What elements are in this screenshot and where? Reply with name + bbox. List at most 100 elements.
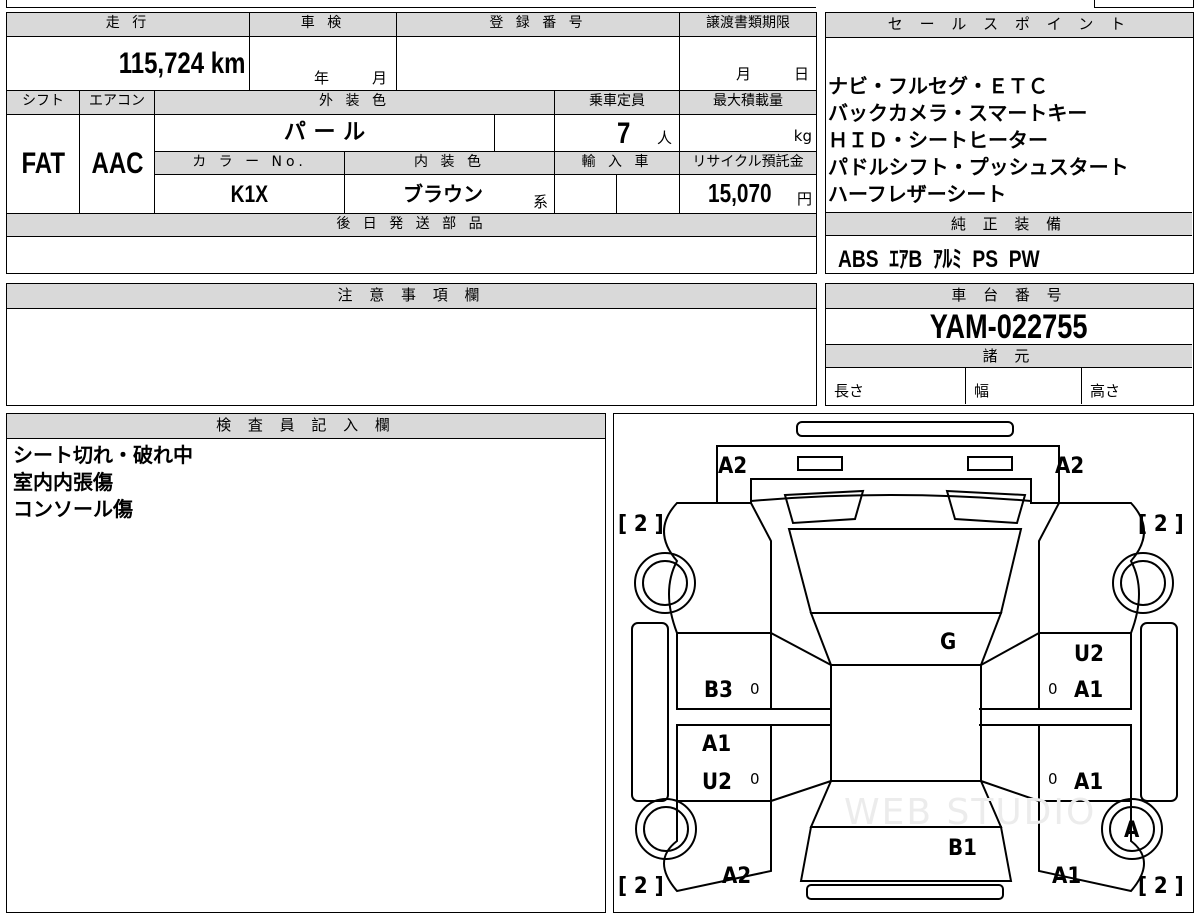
aircon-value-cell: AAC (80, 115, 155, 214)
color-no-value: K1X (230, 181, 269, 208)
sales-points-label: セ ー ル ス ポ イ ン ト (826, 13, 1193, 38)
roof-front (809, 612, 1003, 666)
grille (750, 478, 1032, 503)
spec-width-label: 幅 (974, 382, 990, 400)
inspection-label: 車 検 (250, 13, 397, 37)
mark-left-front-door: B3 (704, 678, 733, 703)
car-diagram-box: A2 A2 [ 2 ] [ 2 ] G B3 0 A1 U2 0 U2 0 A1… (613, 413, 1194, 913)
pillar-left-bottom (770, 780, 832, 802)
exterior-color-value: パ ー ル (283, 120, 366, 145)
specs-label: 諸 元 (826, 345, 1192, 368)
mark-rear-left: A2 (722, 864, 752, 889)
mark-right-rear-wheel: A (1124, 818, 1140, 843)
notes-box: 注 意 事 項 欄 (6, 283, 817, 406)
headlight-left (797, 456, 843, 471)
sales-point-item: ナビ・フルセグ・ＥＴＣ (828, 74, 1048, 98)
capacity-value: 7 (617, 117, 631, 150)
mark-zero: 0 (1048, 770, 1058, 788)
transfer-deadline-label: 譲渡書類期限 (680, 13, 816, 37)
mark-zero: 0 (750, 770, 760, 788)
mark-right-front-door-a: A1 (1074, 678, 1104, 703)
mark-zero: 0 (1048, 680, 1058, 698)
color-no-value-cell: K1X (155, 175, 345, 214)
shift-label: シフト (7, 91, 80, 115)
inspection-year: 年 (314, 69, 330, 87)
sales-points-box: セ ー ル ス ポ イ ン ト ナビ・フルセグ・ＥＴＣ バックカメラ・スマートキ… (825, 12, 1194, 274)
color-no-label: カ ラ ー No. (155, 152, 345, 175)
windshield (787, 528, 1023, 614)
cabin (830, 664, 982, 782)
mark-left-rear-door-u: U2 (702, 770, 732, 795)
inspector-box: 検 査 員 記 入 欄 シート切れ・破れ中 室内内張傷 コンソール傷 (6, 413, 606, 913)
shift-value: FAT (21, 147, 65, 180)
recycle-deposit-value-cell: 15,070 円 (680, 175, 816, 214)
watermark: WEB STUDIO (844, 792, 1097, 833)
interior-color-label: 内 装 色 (345, 152, 555, 175)
vehicle-info-table: 走 行 車 検 登 録 番 号 譲渡書類期限 115,724 km 年 月 月 … (6, 12, 817, 274)
sales-point-item: ＨＩＤ・シートヒーター (828, 128, 1048, 152)
chassis-box: 車 台 番 号 YAM-022755 諸 元 長さ 幅 高さ (825, 283, 1194, 406)
inspector-notes: シート切れ・破れ中 室内内張傷 コンソール傷 (13, 442, 193, 523)
mark-windshield: G (940, 630, 957, 655)
inspection-month: 月 (372, 69, 388, 87)
transfer-value-cell: 月 日 (680, 37, 816, 91)
sales-point-item: パドルシフト・プッシュスタート (828, 155, 1129, 179)
aircon-label: エアコン (80, 91, 155, 115)
chassis-value: YAM-022755 (930, 308, 1088, 346)
mark-bracket-top-right: [ 2 ] (1138, 512, 1184, 537)
notes-label: 注 意 事 項 欄 (7, 284, 816, 309)
mark-bracket-top-left: [ 2 ] (618, 512, 664, 537)
aircon-value: AAC (91, 147, 143, 180)
inspector-note: 室内内張傷 (13, 470, 113, 494)
mark-bracket-bottom-left: [ 2 ] (618, 874, 664, 899)
spec-height-label: 高さ (1090, 382, 1121, 400)
left-sill (631, 622, 669, 802)
capacity-label: 乗車定員 (555, 91, 680, 115)
top-strip (6, 0, 816, 8)
max-load-unit: kg (793, 127, 812, 145)
exterior-color-label: 外 装 色 (155, 91, 555, 115)
max-load-value-cell: kg (680, 115, 816, 152)
rear-left-wheel-inner (643, 806, 689, 852)
recycle-deposit-label: リサイクル預託金 (680, 152, 816, 175)
equipment-value-cell: ABS ｴｱB ｱﾙﾐ PS PW (838, 239, 1090, 274)
inspector-note: シート切れ・破れ中 (13, 443, 193, 467)
import-value-cell-b (617, 175, 680, 214)
spec-width-cell: 幅 (966, 368, 1082, 404)
exterior-color-extra-cell (495, 115, 555, 152)
capacity-value-cell: 7 人 (555, 115, 680, 152)
front-left-wheel-inner (642, 560, 688, 606)
interior-color-suffix: 系 (533, 193, 549, 211)
spec-length-label: 長さ (834, 382, 865, 400)
front-bumper (796, 421, 1014, 437)
sales-point-item: ハーフレザーシート (828, 182, 1007, 206)
transfer-month: 月 (736, 65, 752, 83)
import-label: 輸 入 車 (555, 152, 680, 175)
mark-right-front-door-u: U2 (1074, 642, 1104, 667)
inspection-value-cell: 年 月 (250, 37, 397, 91)
chassis-label: 車 台 番 号 (826, 284, 1193, 309)
inspector-label: 検 査 員 記 入 欄 (7, 414, 605, 439)
mark-bracket-bottom-right: [ 2 ] (1138, 874, 1184, 899)
mileage-value: 115,724 km (118, 47, 245, 80)
registration-value-cell (397, 37, 680, 91)
inspector-note: コンソール傷 (13, 497, 133, 521)
max-load-label: 最大積載量 (680, 91, 816, 115)
front-right-wheel-inner (1120, 560, 1166, 606)
spec-length-cell: 長さ (826, 368, 966, 404)
pillar-left-top (770, 632, 832, 666)
mileage-label: 走 行 (7, 13, 250, 37)
mark-front-left: A2 (718, 454, 748, 479)
mark-rear-center: B1 (948, 836, 977, 861)
mark-zero: 0 (750, 680, 760, 698)
equipment-value: ABS ｴｱB ｱﾙﾐ PS PW (838, 246, 1040, 273)
later-parts-label: 後 日 発 送 部 品 (7, 214, 816, 237)
rear-bumper (806, 884, 1004, 900)
equipment-label: 純 正 装 備 (826, 212, 1192, 236)
exterior-color-value-cell: パ ー ル (155, 115, 495, 152)
recycle-deposit-unit: 円 (796, 190, 812, 208)
tailgate (799, 826, 1013, 882)
interior-color-value: ブラウン (403, 182, 483, 206)
spec-height-cell: 高さ (1082, 368, 1192, 404)
mark-front-right: A2 (1055, 454, 1085, 479)
